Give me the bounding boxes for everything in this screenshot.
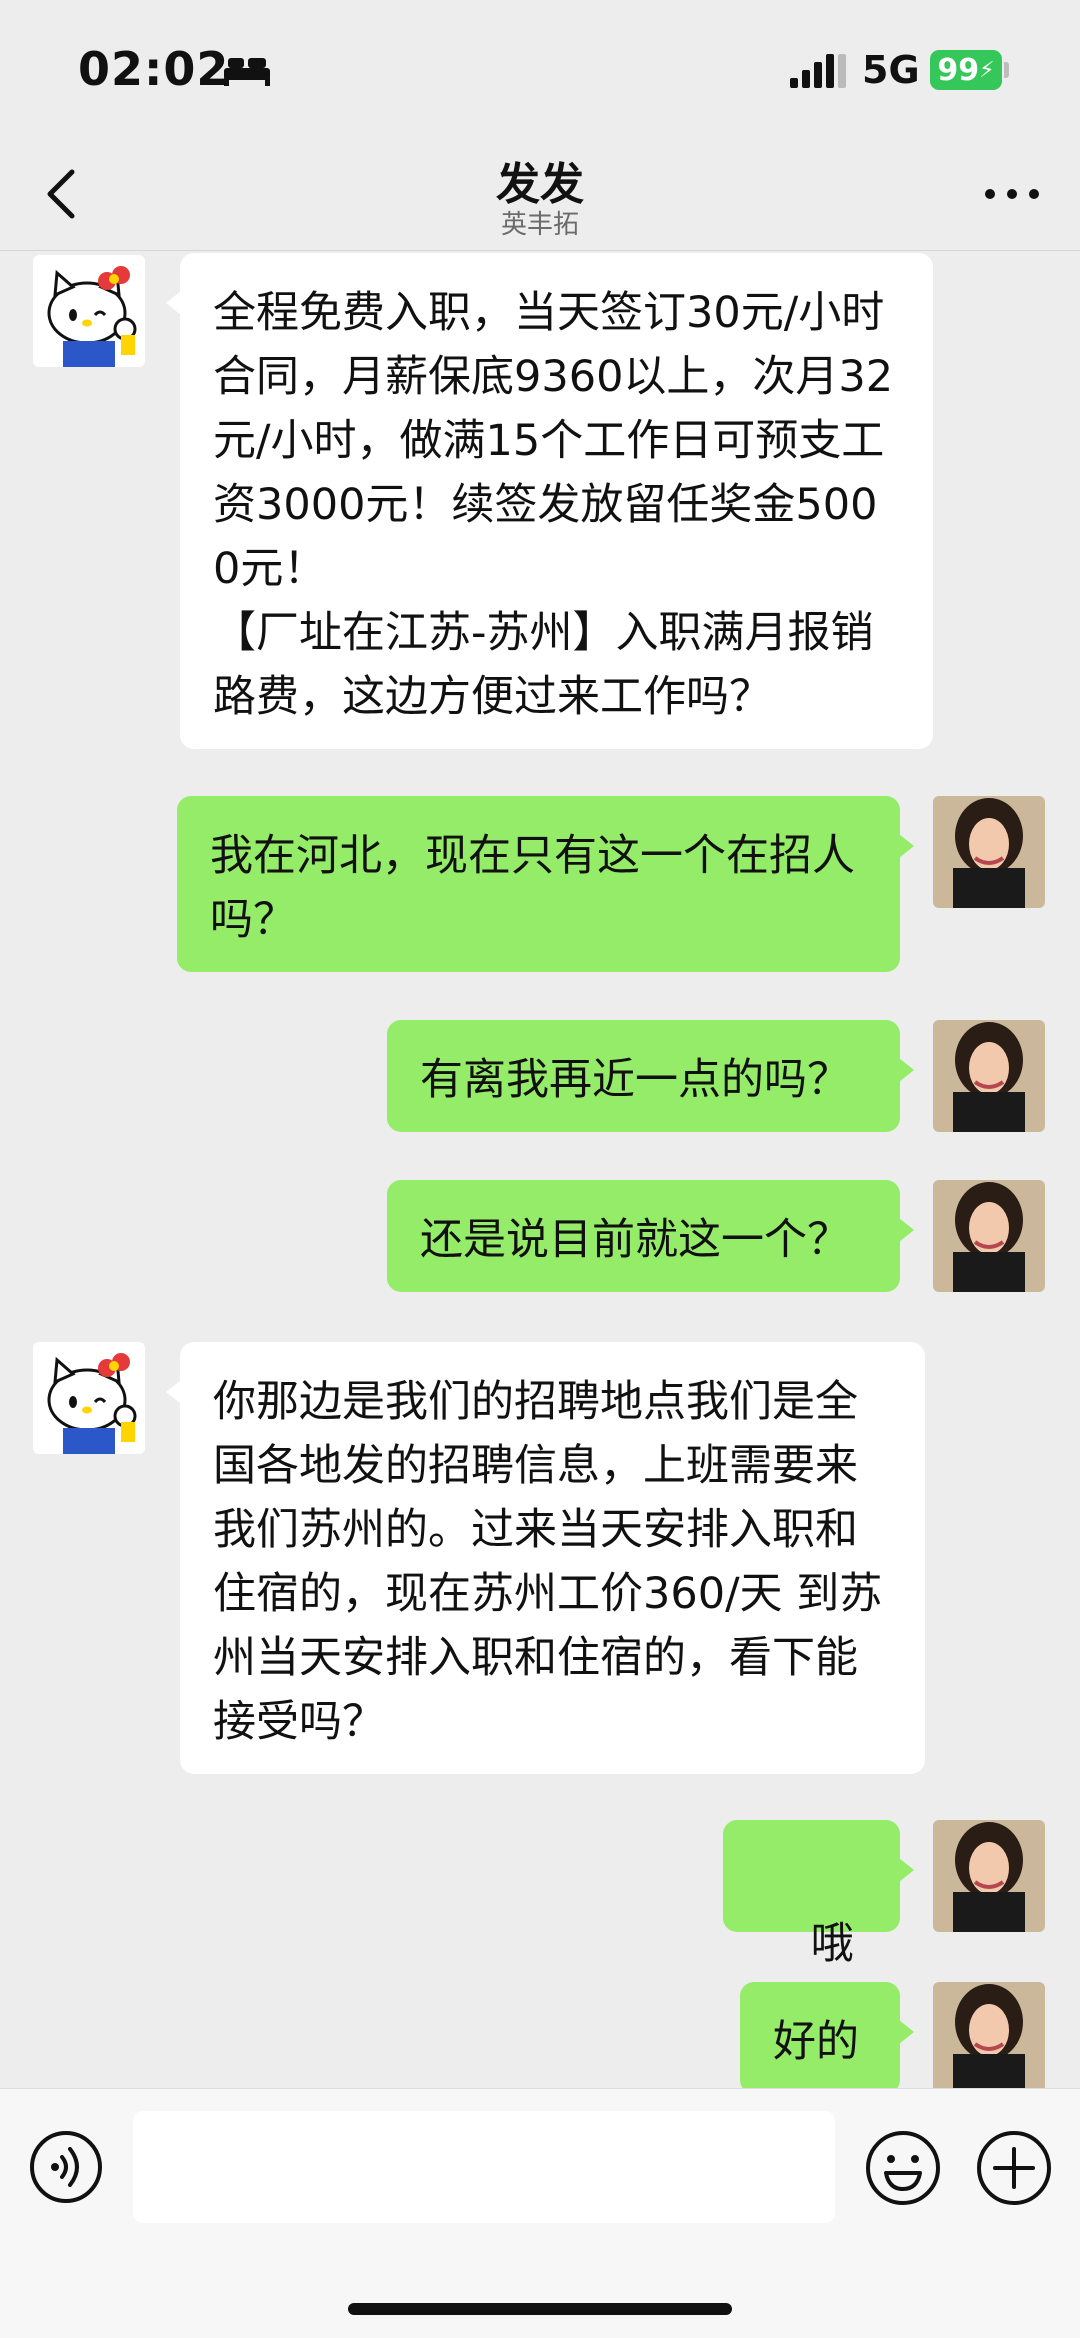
battery-cap bbox=[1004, 62, 1009, 78]
user-avatar[interactable] bbox=[933, 1982, 1045, 2094]
message-input[interactable] bbox=[133, 2111, 835, 2223]
voice-input-icon[interactable] bbox=[28, 2129, 104, 2205]
chat-header: 发发 英丰拓 bbox=[0, 140, 1080, 251]
message-bubble[interactable]: 还是说目前就这一个？ bbox=[387, 1180, 914, 1292]
user-avatar[interactable] bbox=[933, 1020, 1045, 1132]
message-bubble[interactable]: 你那边是我们的招聘地点我们是全国各地发的招聘信息，上班需要来我们苏州的。过来当天… bbox=[166, 1342, 925, 1774]
home-indicator bbox=[348, 2303, 732, 2315]
message-bubble[interactable]: 好的 bbox=[740, 1982, 914, 2094]
contact-avatar[interactable] bbox=[33, 1342, 145, 1454]
contact-avatar[interactable] bbox=[33, 255, 145, 367]
more-options-icon[interactable] bbox=[982, 174, 1042, 214]
emoji-icon[interactable] bbox=[864, 2129, 942, 2207]
message-input-bar bbox=[0, 2088, 1080, 2338]
user-photo-icon bbox=[933, 1820, 1045, 1932]
battery-icon: 99 ⚡ bbox=[930, 50, 1002, 90]
chat-subtitle: 英丰拓 bbox=[500, 210, 579, 240]
user-avatar[interactable] bbox=[933, 1820, 1045, 1932]
status-bar: 02:02 5G 99 ⚡ bbox=[0, 0, 1080, 140]
battery-level: 99 bbox=[937, 52, 980, 88]
status-time: 02:02 bbox=[78, 42, 230, 96]
hello-kitty-avatar-icon bbox=[33, 1342, 145, 1454]
chat-title: 发发 bbox=[496, 159, 584, 210]
user-photo-icon bbox=[933, 1982, 1045, 2094]
user-photo-icon bbox=[933, 1020, 1045, 1132]
message-bubble[interactable]: 有离我再近一点的吗？ bbox=[387, 1020, 914, 1132]
user-photo-icon bbox=[933, 1180, 1045, 1292]
add-attachment-icon[interactable] bbox=[975, 2129, 1053, 2207]
user-photo-icon bbox=[933, 796, 1045, 908]
message-bubble[interactable]: 我在河北，现在只有这一个在招人吗？ bbox=[177, 796, 914, 972]
signal-icon bbox=[790, 54, 846, 88]
hello-kitty-avatar-icon bbox=[33, 255, 145, 367]
user-avatar[interactable] bbox=[933, 1180, 1045, 1292]
network-type: 5G bbox=[862, 48, 920, 92]
message-text: 哦 bbox=[810, 1919, 854, 1969]
sleep-mode-icon bbox=[224, 58, 270, 86]
message-bubble[interactable]: 全程免费入职，当天签订30元/小时合同，月薪保底9360以上，次月32元/小时，… bbox=[166, 253, 933, 749]
user-avatar[interactable] bbox=[933, 796, 1045, 908]
message-bubble[interactable]: 哦 bbox=[723, 1820, 914, 2035]
